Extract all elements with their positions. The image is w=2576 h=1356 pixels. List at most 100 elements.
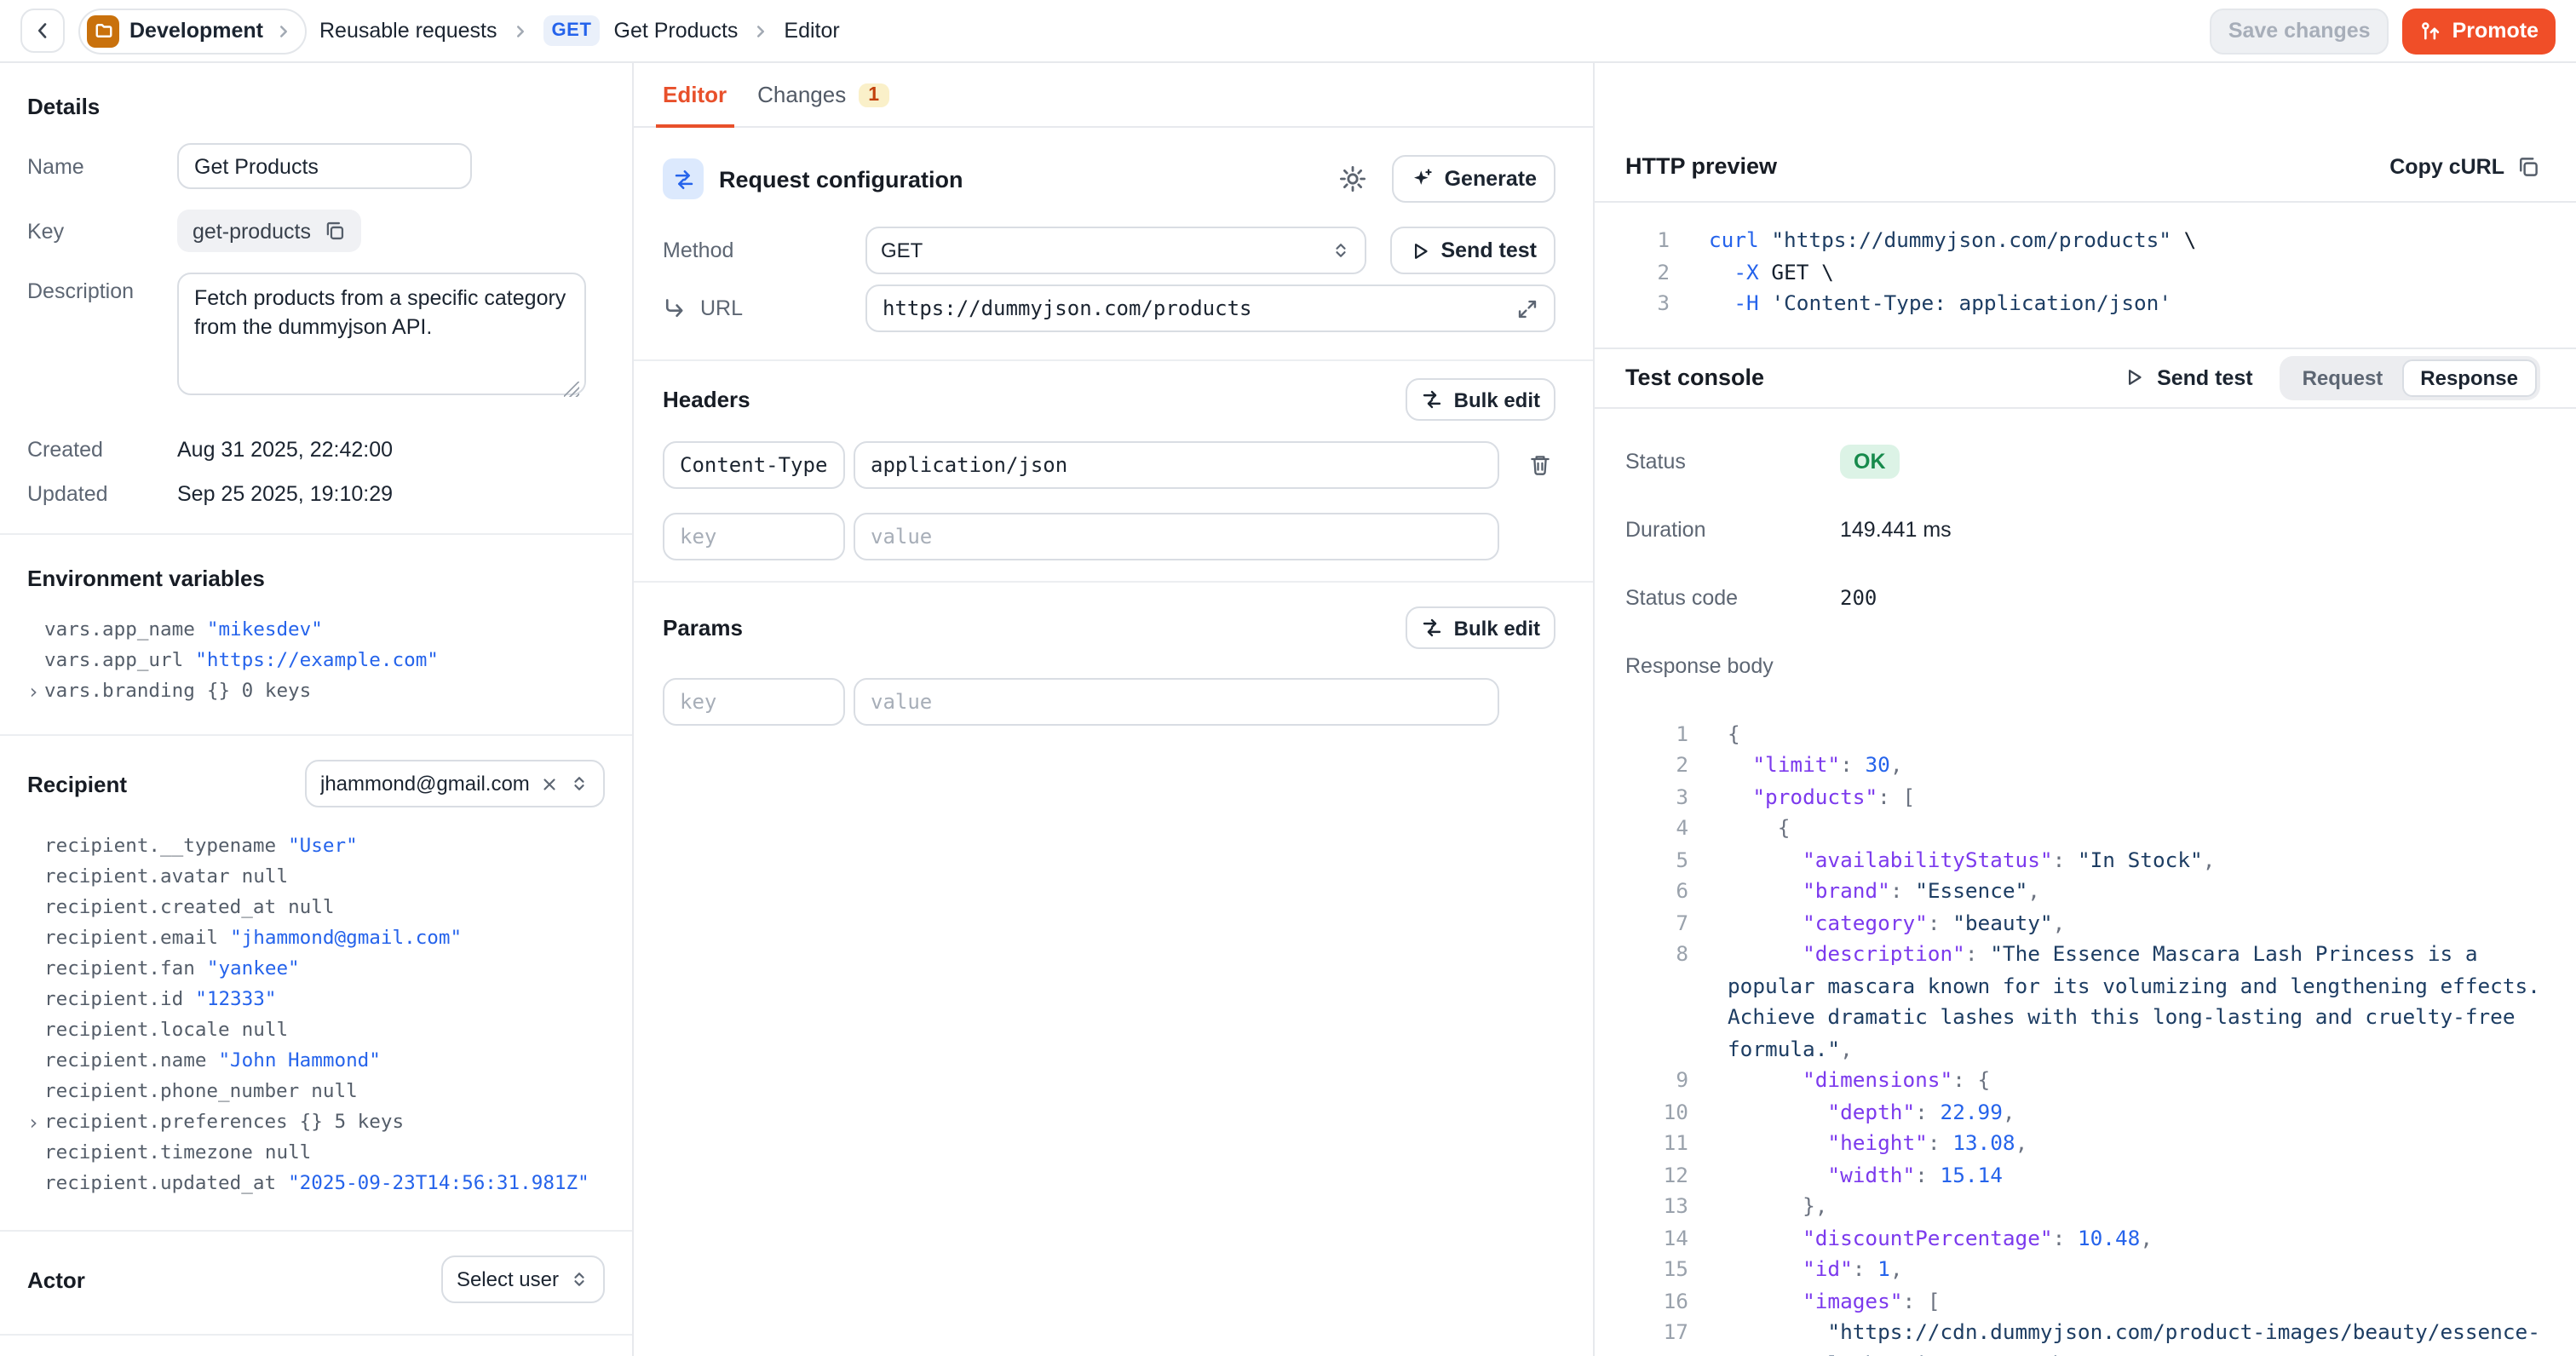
breadcrumb-section[interactable]: Reusable requests [319,19,497,43]
send-test-button[interactable]: Send test [1389,227,1555,274]
attribute-key: recipient.phone_number [44,1077,299,1107]
method-select[interactable]: GET [865,227,1366,274]
sparkle-icon [1411,167,1435,191]
generate-label: Generate [1445,167,1537,191]
recipient-attr-row: recipient.updated_at"2025-09-23T14:56:31… [44,1169,605,1199]
code-text: }, [1728,1191,2540,1222]
code-text: "height": 13.08, [1728,1128,2540,1159]
line-number: 17 [1625,1317,1688,1356]
param-key-input[interactable] [663,678,845,726]
section-divider [634,359,1593,361]
delete-header-button[interactable] [1528,453,1552,477]
chevron-up-down-icon [569,1269,589,1290]
attribute-value: "User" [288,831,358,862]
chevron-up-down-icon [1330,240,1350,261]
line-number: 1 [1625,718,1688,750]
code-text: "images": [ [1728,1285,2540,1317]
attribute-value: "yankee" [207,954,300,985]
actor-section: Actor Select user [0,1232,632,1334]
code-text: "width": 15.14 [1728,1159,2540,1191]
http-preview-title: HTTP preview [1625,153,1777,179]
toggle-request[interactable]: Request [2284,359,2402,396]
code-text: "id": 1, [1728,1254,2540,1285]
console-send-test-button[interactable]: Send test [2123,365,2253,389]
line-number: 2 [1625,750,1688,781]
updated-value: Sep 25 2025, 19:10:29 [177,482,393,506]
top-bar: Development Reusable requests GET Get Pr… [0,0,2576,63]
attribute-value: "jhammond@gmail.com" [230,923,462,954]
request-configuration-header: Request configuration Generate [663,155,1555,203]
section-divider [634,581,1593,583]
recipient-select[interactable]: jhammond@gmail.com [305,760,605,807]
attribute-key: recipient.email [44,923,218,954]
promote-button[interactable]: Promote [2403,8,2556,54]
chevron-right-icon [510,21,529,40]
copy-curl-button[interactable]: Copy cURL [2389,155,2540,179]
project-name: Development [129,19,263,43]
headers-bulk-edit-button[interactable]: Bulk edit [1406,378,1555,421]
created-label: Created [27,438,177,462]
params-bulk-edit-button[interactable]: Bulk edit [1406,606,1555,649]
description-field[interactable]: Fetch products from a specific category … [177,273,586,395]
header-key-input[interactable] [663,441,845,489]
code-line: 3 "products": [ [1625,781,2540,813]
line-number: 3 [1625,288,1670,319]
save-changes-button[interactable]: Save changes [2210,8,2389,54]
url-field[interactable]: https://dummyjson.com/products [865,284,1555,332]
attribute-value: {} 5 keys [300,1107,404,1138]
headers-section-header: Headers Bulk edit [663,378,1555,421]
code-line: 6 "brand": "Essence", [1625,876,2540,907]
header-value-input[interactable] [854,441,1499,489]
code-line: 12 "width": 15.14 [1625,1159,2540,1191]
code-line: 5 "availabilityStatus": "In Stock", [1625,844,2540,876]
recipient-attr-row: recipient.email "jhammond@gmail.com" [44,923,605,954]
actor-select[interactable]: Select user [441,1255,605,1303]
header-row-empty [663,513,1555,560]
environment-variables-title: Environment variables [27,566,605,591]
expand-chevron-icon[interactable]: › [27,678,39,705]
header-value-input[interactable] [854,513,1499,560]
duration-label: Duration [1625,517,1840,541]
recipient-attr-row: recipient.fan "yankee" [44,954,605,985]
attribute-key: recipient.name [44,1046,206,1077]
request-configuration-title: Request configuration [719,166,1320,192]
header-key-input[interactable] [663,513,845,560]
clear-icon[interactable] [540,774,559,793]
name-field[interactable] [177,143,472,189]
attribute-key: vars.app_name [44,615,195,646]
key-chip: get-products [177,210,362,252]
promote-branch-icon [2420,20,2442,42]
key-value: get-products [193,219,311,243]
corner-down-right-icon [663,296,687,320]
code-text: "category": "beauty", [1728,907,2540,939]
recipient-section: Recipient jhammond@gmail.com recipient._… [0,736,632,1230]
attribute-value: null [242,862,288,893]
line-number: 6 [1625,876,1688,907]
tab-changes[interactable]: Changes 1 [757,63,889,126]
recipient-attributes-list: recipient.__typename"User"recipient.avat… [27,831,605,1199]
toggle-response[interactable]: Response [2401,359,2537,396]
gear-icon [1339,165,1366,192]
attribute-key: vars.app_url [44,646,183,676]
code-text: "https://cdn.dummyjson.com/product-image… [1728,1317,2540,1356]
param-value-input[interactable] [854,678,1499,726]
line-number: 3 [1625,781,1688,813]
generate-button[interactable]: Generate [1392,155,1555,203]
tab-editor[interactable]: Editor [663,63,727,126]
updated-label: Updated [27,482,177,506]
request-settings-button[interactable] [1336,162,1370,196]
env-var-row: vars.app_url"https://example.com" [44,646,605,676]
line-number: 11 [1625,1128,1688,1159]
expand-url-button[interactable] [1516,297,1538,319]
code-text: "description": "The Essence Mascara Lash… [1728,939,2540,1065]
expand-chevron-icon[interactable]: › [27,1109,39,1136]
recipient-title: Recipient [27,771,127,796]
attribute-key: recipient.locale [44,1015,230,1046]
back-button[interactable] [20,9,65,53]
breadcrumb-request-name[interactable]: Get Products [614,19,739,43]
line-number: 4 [1625,813,1688,844]
attribute-key: recipient.fan [44,954,195,985]
copy-key-button[interactable] [325,220,347,242]
project-switcher[interactable]: Development [78,8,306,54]
code-text: curl "https://dummyjson.com/products" \ [1709,225,2540,256]
